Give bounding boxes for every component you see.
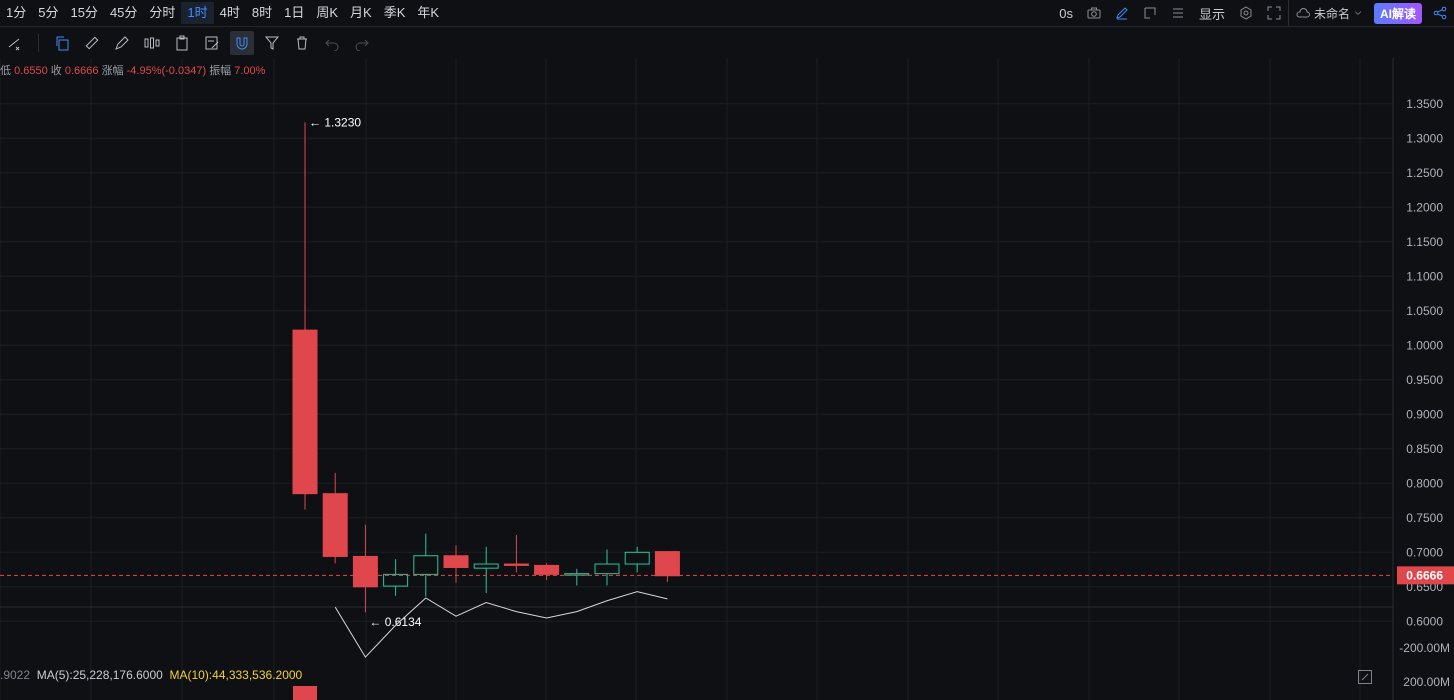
timeframe-11[interactable]: 季K xyxy=(378,2,412,24)
candle-body-10 xyxy=(594,563,620,575)
ma5-label: MA(5):25,228,176.6000 xyxy=(36,668,163,682)
close-label: 收 xyxy=(50,65,62,77)
change-value: -4.95%(-0.0347) xyxy=(126,65,207,77)
ma10-label: MA(10):44,333,536.2000 xyxy=(169,668,303,682)
timeframe-6[interactable]: 4时 xyxy=(214,2,246,24)
edit-note-icon[interactable] xyxy=(200,31,224,55)
price-tick-3: 1.2000 xyxy=(1406,200,1443,214)
display-button[interactable]: 显示 xyxy=(1192,0,1232,26)
countdown: 0s xyxy=(1059,5,1073,21)
timeframe-4[interactable]: 分时 xyxy=(143,2,181,24)
undo-icon[interactable] xyxy=(320,31,344,55)
price-tick-6: 1.0500 xyxy=(1406,304,1443,318)
candlestick-tool-icon[interactable] xyxy=(140,31,164,55)
candle-body-1 xyxy=(322,493,348,557)
low-label: 低 xyxy=(0,65,11,77)
timeframe-0[interactable]: 1分 xyxy=(0,2,32,24)
redo-icon[interactable] xyxy=(350,31,374,55)
ai-interpret-button[interactable]: AI解读 xyxy=(1373,2,1422,24)
low-value: 0.6550 xyxy=(14,65,48,77)
ruler-icon[interactable] xyxy=(80,31,104,55)
timeframe-bar: 1分 5分 15分 45分 分时 1时 4时 8时 1日 周K 月K 季K 年K 0s 显示 未命名 A… xyxy=(0,0,1454,27)
amplitude-value: 7.00% xyxy=(234,65,266,77)
candle-body-3 xyxy=(383,573,409,587)
volume-indicators: .9022 MA(5):25,228,176.6000 MA(10):44,33… xyxy=(0,668,302,682)
copy-icon[interactable] xyxy=(50,31,74,55)
price-tick-11: 0.8000 xyxy=(1406,476,1443,490)
layout-name: 未命名 xyxy=(1313,6,1350,21)
candle-body-12 xyxy=(654,551,680,577)
price-tick-4: 1.1500 xyxy=(1406,235,1443,249)
volume-tick-pos: 200.00M xyxy=(1403,675,1450,689)
candle-body-7 xyxy=(503,563,529,566)
price-tick-2: 1.2500 xyxy=(1406,166,1443,180)
share-icon[interactable] xyxy=(1426,0,1454,26)
toolbar-divider xyxy=(38,33,39,52)
panel-maximize-icon[interactable] xyxy=(1357,669,1373,685)
candle-body-8 xyxy=(534,564,560,575)
timeframe-7[interactable]: 8时 xyxy=(246,2,278,24)
timeframe-1[interactable]: 5分 xyxy=(32,2,64,24)
change-label: 涨幅 xyxy=(101,65,124,77)
price-tick-10: 0.8500 xyxy=(1406,442,1443,456)
candle-body-0 xyxy=(292,329,318,495)
volume-tick-neg: -200.00M xyxy=(1399,641,1450,655)
expand-icon[interactable] xyxy=(1260,0,1288,26)
drawing-toolbar xyxy=(0,27,1454,58)
candle-body-11 xyxy=(624,551,650,565)
topbar-right: 0s 显示 未命名 AI解读 xyxy=(1052,0,1454,26)
clipboard-icon[interactable] xyxy=(170,31,194,55)
filter-icon[interactable] xyxy=(260,31,284,55)
high-marker: ← 1.3230 xyxy=(309,115,361,129)
pencil-settings-icon[interactable] xyxy=(1108,0,1136,26)
price-tick-7: 1.0000 xyxy=(1406,338,1443,352)
price-tick-0: 1.3500 xyxy=(1406,97,1443,111)
pen-icon[interactable] xyxy=(110,31,134,55)
price-tick-12: 0.7500 xyxy=(1406,511,1443,525)
last-price-label: 0.6666 xyxy=(1406,568,1443,582)
timeframe-10[interactable]: 月K xyxy=(344,2,378,24)
price-tick-5: 1.1000 xyxy=(1406,269,1443,283)
gear-icon[interactable] xyxy=(1232,0,1260,26)
timeframe-5[interactable]: 1时 xyxy=(181,2,214,24)
volume-left-value: .9022 xyxy=(0,668,31,682)
price-tick-1: 1.3000 xyxy=(1406,131,1443,145)
low-marker: ← 0.6134 xyxy=(369,615,421,629)
menu-icon[interactable] xyxy=(1164,0,1192,26)
cloud-icon xyxy=(1296,8,1310,18)
candle-body-5 xyxy=(443,555,469,568)
magnet-icon[interactable] xyxy=(230,30,254,55)
fullscreen-window-icon[interactable] xyxy=(1136,0,1164,26)
chevron-down-icon xyxy=(1354,11,1362,15)
amplitude-label: 振幅 xyxy=(209,65,232,77)
timeframe-8[interactable]: 1日 xyxy=(278,2,310,24)
candlestick-chart[interactable]: ← 1.3230 ← 0.6134 1.3500 1.3000 1.2500 1.200… xyxy=(0,58,1454,700)
candle-body-4 xyxy=(413,555,439,575)
price-tick-13: 0.7000 xyxy=(1406,545,1443,559)
candle-body-6 xyxy=(473,563,499,569)
timeframe-12[interactable]: 年K xyxy=(411,2,445,24)
timeframe-2[interactable]: 15分 xyxy=(64,2,103,24)
cloud-layout-selector[interactable]: 未命名 xyxy=(1287,0,1370,26)
price-tick-9: 0.9000 xyxy=(1406,407,1443,421)
close-value: 0.6666 xyxy=(64,65,99,77)
volume-bar-0 xyxy=(293,686,317,700)
camera-icon[interactable] xyxy=(1080,0,1108,26)
volume-panel: -200.00M 200.00M xyxy=(293,591,1450,700)
draw-tools-collapse-icon[interactable] xyxy=(3,31,27,55)
timeframe-3[interactable]: 45分 xyxy=(104,2,143,24)
trash-icon[interactable] xyxy=(290,31,314,55)
ohlc-info: 低 0.6550 收 0.6666 涨幅 -4.95%(-0.0347) 振幅 … xyxy=(0,62,265,78)
timeframe-9[interactable]: 周K xyxy=(310,2,344,24)
chart-grid xyxy=(0,58,1394,700)
candle-body-2 xyxy=(352,555,378,588)
price-tick-15: 0.6000 xyxy=(1406,614,1443,628)
price-tick-8: 0.9500 xyxy=(1406,373,1443,387)
